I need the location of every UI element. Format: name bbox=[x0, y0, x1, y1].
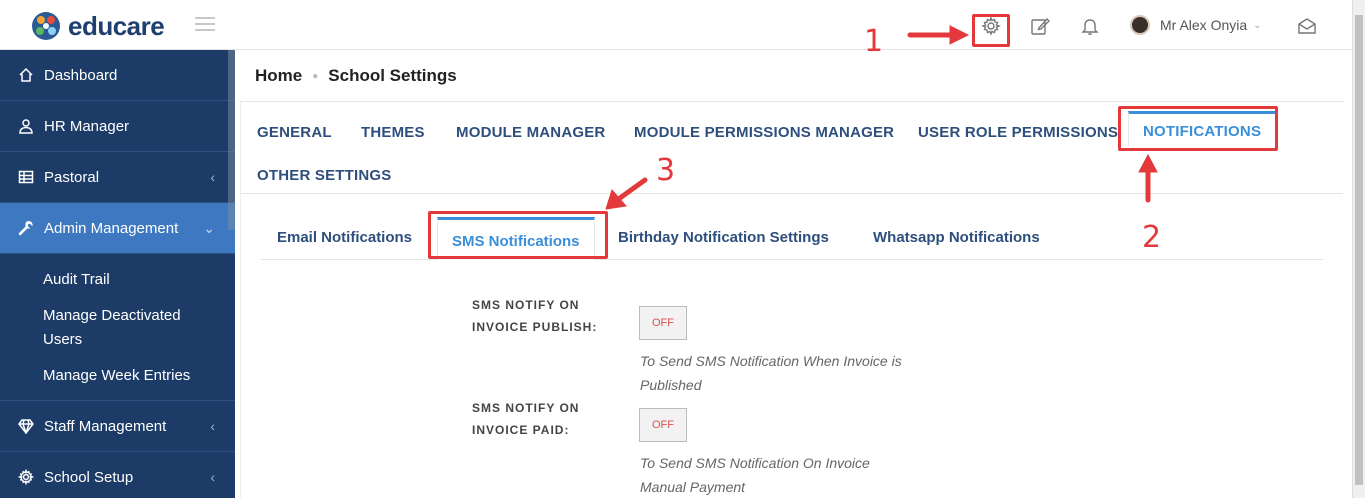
subtab-birthday-notification-settings[interactable]: Birthday Notification Settings bbox=[618, 229, 829, 246]
tab-other-settings[interactable]: OTHER SETTINGS bbox=[257, 167, 391, 184]
settings-card: GENERAL THEMES MODULE MANAGER MODULE PER… bbox=[240, 101, 1344, 498]
scrollbar-thumb[interactable] bbox=[1355, 15, 1363, 485]
annotation-box-gear bbox=[972, 14, 1010, 47]
sidebar: Dashboard HR Manager Pastoral ‹ Admin Ma… bbox=[0, 50, 235, 498]
sidebar-item-staff-management[interactable]: Staff Management ‹ bbox=[0, 401, 235, 452]
annotation-number-3: 3 bbox=[656, 153, 676, 188]
chevron-left-icon: ‹ bbox=[210, 418, 215, 434]
logo-text: educare bbox=[68, 10, 165, 41]
submenu-item-manage-deactivated-users[interactable]: Manage Deactivated Users bbox=[0, 298, 220, 358]
chevron-down-icon: ⌄ bbox=[203, 219, 215, 236]
breadcrumb-separator: ● bbox=[312, 70, 319, 82]
annotation-number-1: 1 bbox=[864, 24, 884, 59]
wrench-icon bbox=[18, 220, 34, 236]
sidebar-scrollbar[interactable] bbox=[228, 50, 235, 230]
subtab-whatsapp-notifications[interactable]: Whatsapp Notifications bbox=[873, 229, 1040, 246]
sidebar-item-label: HR Manager bbox=[44, 117, 130, 135]
annotation-number-2: 2 bbox=[1142, 220, 1162, 255]
submenu-item-audit-trail[interactable]: Audit Trail bbox=[0, 262, 235, 298]
mail-icon[interactable] bbox=[1297, 16, 1317, 36]
sidebar-item-dashboard[interactable]: Dashboard bbox=[0, 50, 235, 101]
logo[interactable]: educare bbox=[30, 10, 165, 42]
tab-themes[interactable]: THEMES bbox=[361, 124, 425, 141]
diamond-icon bbox=[18, 418, 34, 436]
chevron-down-icon: ⌄ bbox=[1253, 19, 1262, 31]
page-scrollbar[interactable] bbox=[1352, 0, 1365, 498]
tab-module-manager[interactable]: MODULE MANAGER bbox=[456, 124, 605, 141]
user-menu[interactable]: Mr Alex Onyia ⌄ bbox=[1130, 15, 1262, 35]
chevron-left-icon: ‹ bbox=[210, 169, 215, 185]
home-icon bbox=[18, 67, 34, 83]
logo-mark-icon bbox=[30, 10, 62, 42]
tab-general[interactable]: GENERAL bbox=[257, 124, 332, 141]
tab-user-role-permissions[interactable]: USER ROLE PERMISSIONS bbox=[918, 124, 1118, 141]
user-icon bbox=[18, 118, 34, 134]
bell-icon[interactable] bbox=[1080, 16, 1100, 36]
annotation-box-sms bbox=[428, 211, 608, 259]
invoice-publish-toggle[interactable]: OFF bbox=[639, 306, 687, 340]
breadcrumb-current: School Settings bbox=[328, 66, 457, 85]
invoice-paid-hint: To Send SMS Notification On Invoice Manu… bbox=[640, 455, 870, 495]
subtab-email-notifications[interactable]: Email Notifications bbox=[277, 229, 412, 246]
sidebar-item-label: Admin Management bbox=[44, 219, 179, 237]
invoice-publish-hint: To Send SMS Notification When Invoice is… bbox=[640, 353, 902, 393]
top-bar: educare Mr Alex Onyia ⌄ bbox=[0, 0, 1352, 50]
breadcrumb-home[interactable]: Home bbox=[255, 66, 302, 86]
chevron-left-icon: ‹ bbox=[210, 469, 215, 485]
notification-subtabs: Email Notifications SMS Notifications Bi… bbox=[261, 214, 1323, 260]
submenu-item-manage-week-entries[interactable]: Manage Week Entries bbox=[0, 358, 235, 394]
breadcrumb: Home ● School Settings bbox=[255, 66, 457, 86]
table-icon bbox=[18, 169, 34, 185]
menu-toggle-icon[interactable] bbox=[195, 17, 215, 31]
avatar bbox=[1130, 15, 1150, 35]
annotation-box-notifications bbox=[1118, 106, 1278, 151]
tab-module-permissions-manager[interactable]: MODULE PERMISSIONS MANAGER bbox=[634, 124, 894, 141]
sidebar-item-label: School Setup bbox=[44, 468, 134, 486]
admin-submenu: Audit Trail Manage Deactivated Users Man… bbox=[0, 254, 235, 401]
sidebar-item-pastoral[interactable]: Pastoral ‹ bbox=[0, 152, 235, 203]
edit-icon[interactable] bbox=[1030, 16, 1050, 36]
invoice-paid-toggle[interactable]: OFF bbox=[639, 408, 687, 442]
sidebar-item-label: Dashboard bbox=[44, 66, 118, 84]
sidebar-item-label: Pastoral bbox=[44, 168, 100, 186]
user-name: Mr Alex Onyia bbox=[1160, 17, 1248, 33]
sidebar-item-admin-management[interactable]: Admin Management ⌄ bbox=[0, 203, 235, 254]
sidebar-item-label: Staff Management bbox=[44, 417, 167, 435]
gear-icon bbox=[17, 468, 35, 486]
setting-label-invoice-publish: SMS NOTIFY ON INVOICE PUBLISH: bbox=[472, 298, 598, 334]
sidebar-item-school-setup[interactable]: School Setup ‹ bbox=[0, 452, 235, 498]
setting-label-invoice-paid: SMS NOTIFY ON INVOICE PAID: bbox=[472, 401, 580, 437]
sidebar-item-hr-manager[interactable]: HR Manager bbox=[0, 101, 235, 152]
